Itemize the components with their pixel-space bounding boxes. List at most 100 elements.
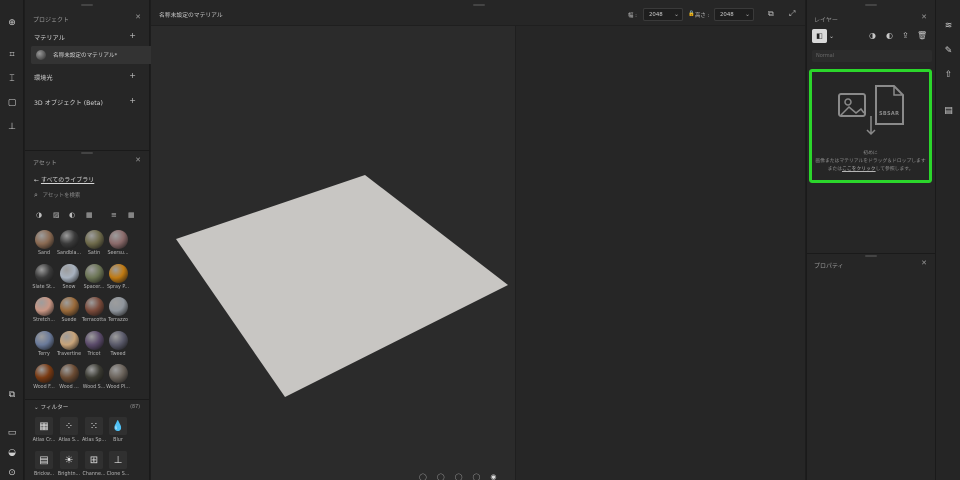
viewport-title: 名称未設定のマテリアル [159, 13, 223, 19]
material-ball[interactable] [85, 331, 104, 350]
brush-icon[interactable]: ✎ [941, 44, 956, 58]
zoom-icon[interactable]: ◯ [455, 473, 463, 480]
height-select[interactable]: 2048 ⌄ [714, 8, 754, 21]
grid-filter-icon[interactable]: ▦ [86, 211, 93, 219]
display-icon[interactable]: ▭ [4, 426, 20, 440]
filters-section-toggle[interactable]: ⌄ フィルター [34, 403, 68, 411]
filter-tile[interactable]: ☀ [60, 451, 78, 469]
2d-view[interactable] [516, 26, 805, 480]
image-filter-icon[interactable]: ▨ [53, 211, 60, 219]
material-ball-label: Spray P... [106, 285, 130, 290]
filter-tile[interactable]: ⁙ [85, 417, 103, 435]
share-icon[interactable]: ⇧ [941, 68, 956, 82]
orbit-icon[interactable]: ◯ [419, 473, 427, 480]
material-ball-label: Sand [37, 251, 51, 256]
delete-icon[interactable]: 🗑 [917, 31, 927, 40]
filter-tile[interactable]: ⁘ [60, 417, 78, 435]
material-ball[interactable] [60, 364, 79, 383]
drop-zone[interactable]: SBSAR 初めに 画像またはマテリアルをドラッグ＆ドロップします またはここを… [809, 69, 932, 183]
material-ball[interactable] [35, 364, 54, 383]
camera-icon[interactable]: ⊙ [4, 466, 20, 480]
pan-icon[interactable]: ◯ [437, 473, 445, 480]
adjust-layer-icon[interactable]: ◐ [886, 31, 893, 40]
material-ball[interactable] [60, 230, 79, 249]
panel-grip[interactable] [473, 4, 485, 6]
filter-label: Atlas Sp... [81, 438, 107, 443]
export-icon[interactable]: ⧉ [4, 388, 20, 402]
sort-icon[interactable]: ≡ [111, 211, 117, 219]
material-ball[interactable] [85, 264, 104, 283]
material-ball[interactable] [109, 364, 128, 383]
material-ball[interactable] [109, 264, 128, 283]
transform-icon[interactable]: ⌶ [4, 72, 20, 86]
material-ball[interactable] [35, 264, 54, 283]
camera-reset-icon[interactable]: ◉ [490, 473, 496, 480]
expand-icon[interactable]: ⤢ [789, 9, 795, 19]
material-item[interactable]: 名称未設定のマテリアル* [31, 46, 166, 64]
filter-tile[interactable]: ⊥ [109, 451, 127, 469]
add-3d-object-button[interactable]: + [129, 96, 136, 105]
environment-icon[interactable]: ◒ [4, 446, 20, 460]
panel-grip[interactable] [865, 4, 877, 6]
material-ball[interactable] [109, 297, 128, 316]
material-ball[interactable] [60, 264, 79, 283]
crop-icon[interactable]: ⌗ [4, 48, 20, 62]
import-layer-icon[interactable]: ⇪ [902, 31, 909, 40]
layer-type-button[interactable]: ◧ [812, 29, 827, 43]
width-select[interactable]: 2048 ⌄ [643, 8, 683, 21]
3d-view[interactable] [151, 26, 515, 480]
material-ball[interactable] [109, 230, 128, 249]
browse-link[interactable]: ここをクリック [842, 167, 876, 172]
section-materials[interactable]: マテリアル [34, 33, 65, 42]
stamp-tool-icon[interactable]: ⊥ [4, 120, 20, 134]
viewport-bottom-tools: ◯ ◯ ◯ ◯ ◉ [419, 473, 509, 480]
material-ball[interactable] [35, 331, 54, 350]
close-icon[interactable]: ✕ [921, 259, 927, 267]
filter-tile[interactable]: ▦ [35, 417, 53, 435]
material-ball[interactable] [35, 230, 54, 249]
material-ball[interactable] [85, 364, 104, 383]
material-ball[interactable] [60, 331, 79, 350]
panel-grip[interactable] [81, 152, 93, 154]
frame-icon[interactable]: ▢ [4, 96, 20, 110]
fill-layer-icon[interactable]: ◑ [869, 31, 876, 40]
right-toolbar: ≋ ✎ ⇧ ▤ [935, 0, 960, 480]
drop-text-line1: 初めに [863, 151, 878, 156]
close-icon[interactable]: ✕ [135, 13, 141, 21]
filter-tile[interactable]: ⊞ [85, 451, 103, 469]
material-ball[interactable] [60, 297, 79, 316]
blend-mode-select[interactable]: Normal [812, 50, 932, 62]
grid-view-icon[interactable]: ▦ [128, 211, 135, 219]
material-plane [176, 175, 508, 397]
section-environment[interactable]: 環境光 [34, 73, 53, 82]
lock-icon[interactable]: 🔒 [688, 11, 695, 17]
document-icon[interactable]: ▤ [941, 104, 956, 118]
material-ball[interactable] [35, 297, 54, 316]
material-ball[interactable] [85, 297, 104, 316]
light-icon[interactable]: ◯ [473, 473, 481, 480]
panel-grip[interactable] [865, 255, 877, 257]
width-value: 2048 [649, 12, 663, 18]
close-icon[interactable]: ✕ [921, 13, 927, 21]
material-ball[interactable] [109, 331, 128, 350]
chevron-down-icon[interactable]: ⌄ [829, 33, 834, 40]
filter-tile[interactable]: ▤ [35, 451, 53, 469]
split-view-icon[interactable]: ⧉ [768, 9, 774, 19]
environment-filter-icon[interactable]: ◐ [69, 211, 75, 219]
add-material-button[interactable]: + [129, 31, 136, 40]
add-environment-button[interactable]: + [129, 71, 136, 80]
material-ball[interactable] [85, 230, 104, 249]
add-icon[interactable]: ⊕ [4, 16, 20, 30]
back-to-libraries-link[interactable]: ← すべてのライブラリ [34, 175, 94, 184]
asset-search-input[interactable]: ⌕ アセットを検索 [34, 191, 159, 203]
material-plane-surface [176, 175, 508, 397]
back-link-label: すべてのライブラリ [40, 177, 95, 184]
filter-tile[interactable]: 💧 [109, 417, 127, 435]
panel-grip[interactable] [81, 4, 93, 6]
material-filter-icon[interactable]: ◑ [36, 211, 42, 219]
material-item-label: 名称未設定のマテリアル* [53, 53, 118, 59]
viewport-toolbar: 名称未設定のマテリアル 幅 : 2048 ⌄ 🔒 高さ : 2048 ⌄ ⧉ ⤢ [151, 0, 805, 26]
close-icon[interactable]: ✕ [135, 156, 141, 164]
section-3d-objects[interactable]: 3D オブジェクト (Beta) [34, 98, 103, 107]
layers-toggle-icon[interactable]: ≋ [941, 19, 956, 33]
